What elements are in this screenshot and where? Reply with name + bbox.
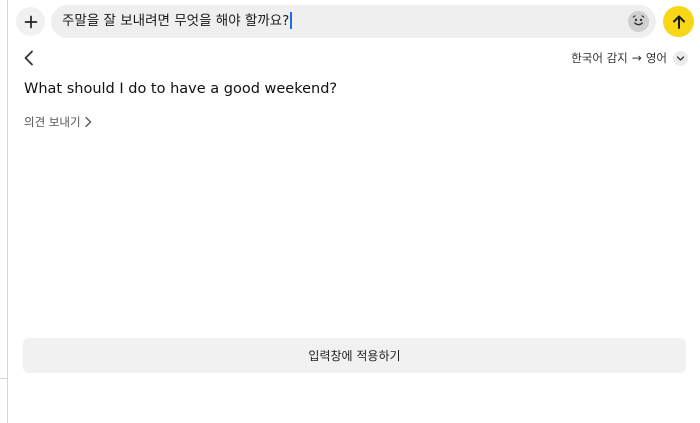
smiley-icon — [632, 15, 645, 26]
emoticon-button[interactable] — [628, 11, 649, 32]
message-input-text[interactable]: 주말을 잘 보내려면 무엇을 해야 할까요? — [62, 5, 293, 38]
message-input[interactable]: 주말을 잘 보내려면 무엇을 해야 할까요? — [51, 5, 656, 38]
chevron-right-icon — [84, 116, 91, 128]
feedback-label: 의견 보내기 — [24, 115, 81, 129]
feedback-link[interactable]: 의견 보내기 — [24, 114, 92, 130]
translation-result: What should I do to have a good weekend? — [24, 81, 338, 97]
arrow-up-icon — [672, 15, 685, 29]
language-dropdown-button[interactable] — [673, 50, 688, 66]
source-language: 한국어 감지 — [571, 51, 628, 65]
text-caret — [290, 11, 293, 29]
back-button[interactable] — [19, 47, 39, 69]
left-panel-divider — [0, 378, 8, 379]
add-attachment-button[interactable] — [16, 7, 45, 36]
language-selector[interactable]: 한국어 감지 → 영어 — [571, 49, 688, 67]
message-input-value: 주말을 잘 보내려면 무엇을 해야 할까요? — [62, 13, 290, 29]
apply-to-input-button[interactable]: 입력창에 적용하기 — [23, 338, 686, 373]
chevron-left-icon — [24, 50, 33, 66]
left-panel-edge — [0, 0, 8, 423]
chevron-down-icon — [676, 55, 685, 61]
plus-icon — [24, 15, 37, 28]
language-arrow: → — [631, 51, 642, 65]
target-language: 영어 — [645, 51, 667, 65]
send-button[interactable] — [663, 6, 694, 37]
